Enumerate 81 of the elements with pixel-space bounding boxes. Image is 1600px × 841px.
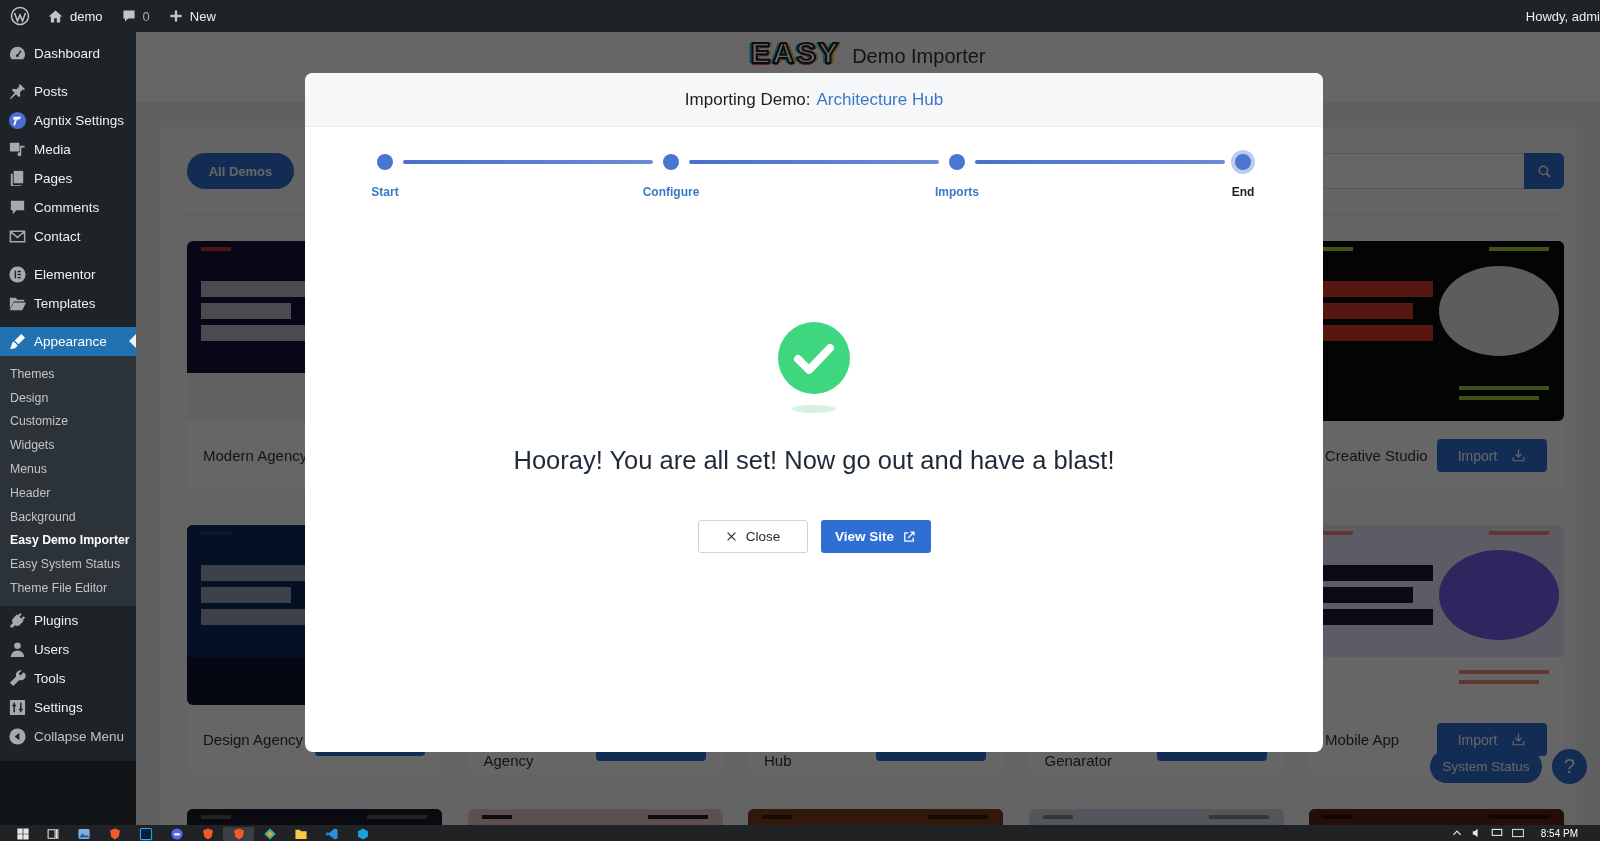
menu-item[interactable]: Contact: [0, 222, 136, 251]
external-link-icon: [902, 529, 916, 544]
wrench-icon: [8, 668, 27, 688]
ribbon-icon: [324, 827, 339, 841]
menu-item[interactable]: Agntix Settings: [0, 106, 136, 135]
media-icon: [8, 140, 27, 159]
submenu-item[interactable]: Theme File Editor: [0, 576, 136, 600]
download-icon: [1511, 732, 1527, 747]
card-title: Design Agency: [203, 731, 304, 748]
submenu-item[interactable]: Easy System Status: [0, 552, 136, 577]
hexagon-icon: [355, 827, 370, 841]
clock: 8:54 PM: [1540, 827, 1578, 840]
pointer-icon: [129, 334, 136, 348]
view-site-button[interactable]: View Site: [820, 520, 931, 553]
square-icon: [138, 827, 153, 841]
brush-icon: [8, 332, 27, 351]
submenu-item[interactable]: Widgets: [0, 433, 136, 458]
menu-item[interactable]: Plugins: [0, 605, 136, 635]
shield-icon: [107, 827, 122, 841]
menu-item[interactable]: Tools: [0, 663, 136, 693]
comment-count: 0: [142, 8, 150, 24]
menu-item[interactable]: Users: [0, 634, 136, 664]
task-view-icon[interactable]: [46, 827, 60, 841]
submenu-item[interactable]: Themes: [0, 362, 136, 386]
card-title: Mobile App: [1325, 731, 1400, 748]
step-label: Imports: [935, 185, 979, 199]
comment-icon: [120, 8, 137, 24]
success-message: Hooray! You are all set! Now go out and have a blast!: [513, 446, 1115, 475]
submenu-item[interactable]: Customize: [0, 409, 136, 434]
menu-item[interactable]: Posts: [0, 77, 136, 106]
card-title: Creative Studio: [1325, 447, 1428, 464]
chat-icon: [169, 827, 184, 841]
step-label: Start: [371, 185, 399, 199]
menu-item[interactable]: Comments: [0, 193, 136, 222]
menu-item[interactable]: Dashboard: [0, 39, 136, 68]
card-title: Hub: [764, 752, 792, 769]
submenu-item[interactable]: Header: [0, 481, 136, 505]
submenu-item[interactable]: Menus: [0, 457, 136, 481]
menu-item[interactable]: Appearance: [0, 327, 136, 356]
diamond-icon: [262, 827, 277, 841]
collapse-icon: [8, 726, 27, 746]
shield-icon: [200, 827, 215, 841]
pin-icon: [8, 82, 27, 101]
demo-name: Architecture Hub: [816, 89, 944, 110]
settings-icon: [8, 697, 27, 717]
menu-item[interactable]: Settings: [0, 692, 136, 722]
menu-item[interactable]: Templates: [0, 289, 136, 318]
card-title: Genarator: [1044, 752, 1113, 769]
logo-icon[interactable]: [10, 6, 30, 26]
card-title: Agency: [483, 752, 534, 769]
submenu-item[interactable]: Design: [0, 385, 136, 410]
account-link[interactable]: Howdy, admi: [1525, 0, 1600, 32]
keyboard-icon[interactable]: [1510, 827, 1525, 839]
modal-title: Importing Demo:: [684, 89, 811, 110]
user-icon: [8, 639, 27, 659]
search-icon: [1536, 163, 1552, 179]
card-title: Modern Agency: [203, 447, 308, 464]
plug-icon: [8, 610, 27, 630]
image-icon: [76, 827, 91, 841]
plus-icon: [167, 8, 184, 24]
close-button[interactable]: Close: [697, 520, 808, 553]
collapse-menu-button[interactable]: Collapse Menu: [0, 721, 136, 751]
elementor-icon: [8, 265, 27, 284]
network-icon[interactable]: [1490, 827, 1503, 839]
page-title: Demo Importer: [852, 44, 986, 68]
submenu-item[interactable]: Background: [0, 504, 136, 529]
windows-icon[interactable]: [16, 827, 30, 841]
shield-icon: [231, 827, 246, 841]
site-link[interactable]: demo: [38, 0, 112, 32]
menu-item[interactable]: Pages: [0, 164, 136, 193]
submenu-item[interactable]: Easy Demo Importer: [0, 528, 136, 553]
menu-item[interactable]: Media: [0, 135, 136, 164]
step-label: Configure: [642, 185, 700, 199]
download-icon: [1511, 448, 1527, 463]
folder-icon: [293, 827, 308, 841]
logo-text: EASY: [750, 36, 841, 70]
comments-link[interactable]: 0: [111, 0, 159, 32]
circle-logo-icon: [8, 111, 27, 130]
step-label: End: [1231, 185, 1255, 199]
menu-item[interactable]: Elementor: [0, 260, 136, 289]
new-link[interactable]: New: [158, 0, 225, 32]
